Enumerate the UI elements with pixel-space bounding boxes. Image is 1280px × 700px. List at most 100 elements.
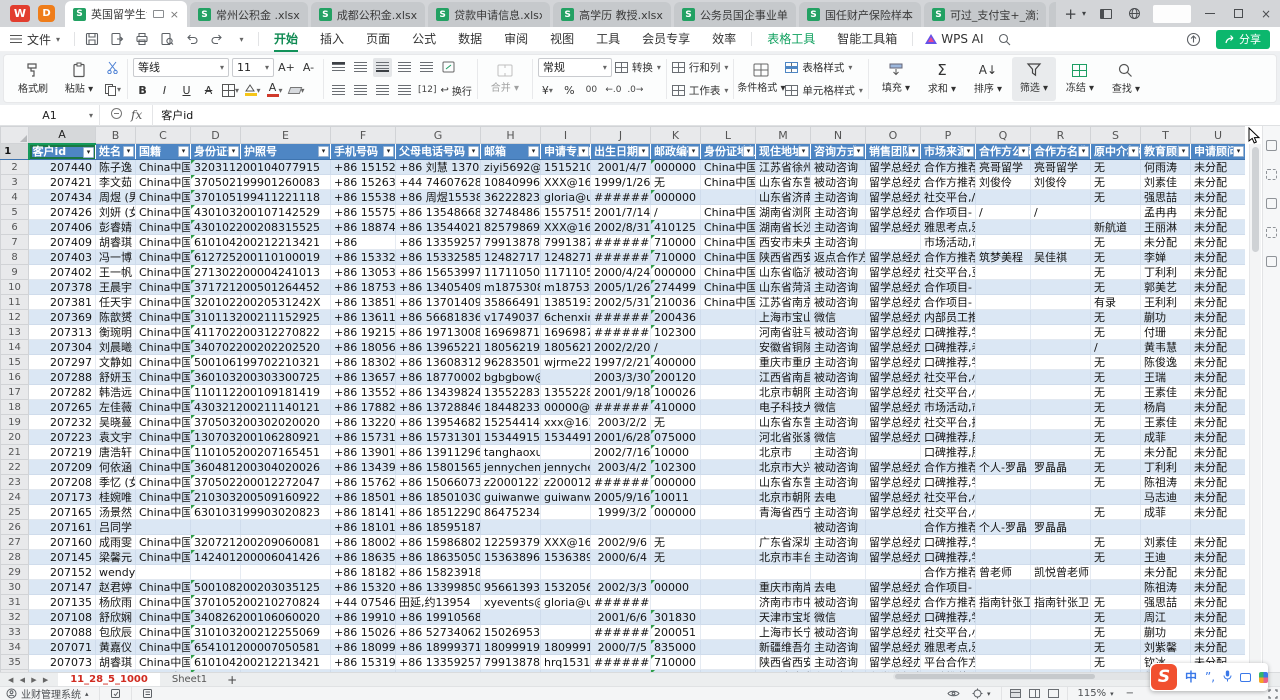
cell-K35[interactable]: 710000 <box>651 655 701 670</box>
cell-I3[interactable]: XXX@163.c <box>541 175 591 190</box>
cell-S13[interactable]: 无 <box>1091 325 1141 340</box>
column-header-O[interactable]: O <box>866 127 921 144</box>
cell-P34[interactable]: 雅思考点,雅 <box>921 640 976 655</box>
filter-dropdown-icon[interactable]: ▾ <box>688 146 699 157</box>
cell-I18[interactable]: 00000@qq <box>541 400 591 415</box>
cell-N6[interactable]: 主动咨询 <box>811 220 866 235</box>
cell-N9[interactable]: 被动咨询 <box>811 265 866 280</box>
cell-C16[interactable]: China中国 <box>136 370 191 385</box>
new-tab-button[interactable]: + <box>1056 5 1082 23</box>
cell-D22[interactable]: 360481200304020026 <box>191 460 241 475</box>
cell-K16[interactable]: 200120 <box>651 370 701 385</box>
cell-R4[interactable] <box>1031 190 1091 205</box>
cell-K27[interactable]: 无 <box>651 535 701 550</box>
cell-C28[interactable]: China中国 <box>136 550 191 565</box>
column-header-M[interactable]: M <box>756 127 811 144</box>
cell-I2[interactable]: 151521001 <box>541 160 591 175</box>
cell-U9[interactable]: 未分配 <box>1191 265 1246 280</box>
cell-Q4[interactable] <box>976 190 1031 205</box>
cell-T30[interactable]: 陈祖涛 <box>1141 580 1191 595</box>
cell-J26[interactable] <box>591 520 651 535</box>
cell-S10[interactable]: 无 <box>1091 280 1141 295</box>
cell-A3[interactable]: 207421 <box>29 175 96 190</box>
column-header-U[interactable]: U <box>1191 127 1246 144</box>
cell-U5[interactable]: 未分配 <box>1191 205 1246 220</box>
cell-M17[interactable]: 北京市朝阳 <box>756 385 811 400</box>
cell-R10[interactable] <box>1031 280 1091 295</box>
cell-B12[interactable]: 陈歆赟 (女) <box>96 310 136 325</box>
cell-A32[interactable]: 207108 <box>29 610 96 625</box>
filter-dropdown-icon[interactable]: ▾ <box>1078 146 1089 157</box>
cell-I27[interactable]: XXX@163.c <box>541 535 591 550</box>
cell-B10[interactable]: 王晨宇 (男) <box>96 280 136 295</box>
cell-C26[interactable] <box>136 520 191 535</box>
print-preview-icon[interactable] <box>154 29 179 49</box>
system-switcher[interactable]: 业财管理系统 ▴ <box>0 686 95 700</box>
cell-M15[interactable]: 重庆市重庆 <box>756 355 811 370</box>
cell-H4[interactable]: 362228235 <box>481 190 541 205</box>
cell-H18[interactable]: 184482332 <box>481 400 541 415</box>
cell-A7[interactable]: 207409 <box>29 235 96 250</box>
header-cell-O1[interactable]: 销售团队▾ <box>866 144 921 160</box>
menu-tab-工具[interactable]: 工具 <box>585 27 631 52</box>
cell-P15[interactable]: 口碑推荐,学 <box>921 355 976 370</box>
cell-S2[interactable]: 无 <box>1091 160 1141 175</box>
cell-G12[interactable]: +86 56681836 <box>396 310 481 325</box>
cell-B32[interactable]: 舒欣娴 (女) <box>96 610 136 625</box>
row-header-29[interactable]: 29 <box>1 565 29 580</box>
cell-R22[interactable]: 罗晶晶 <box>1031 460 1091 475</box>
cell-S34[interactable]: 无 <box>1091 640 1141 655</box>
cell-J14[interactable]: 2002/2/20 <box>591 340 651 355</box>
cell-N18[interactable]: 微信 <box>811 400 866 415</box>
cell-A20[interactable]: 207223 <box>29 430 96 445</box>
freeze-button[interactable]: 冻结 ▾ <box>1058 57 1102 101</box>
cell-H2[interactable]: ziyi5692@q <box>481 160 541 175</box>
worksheet-button[interactable]: 工作表▾ <box>672 80 729 100</box>
cell-C21[interactable]: China中国 <box>136 445 191 460</box>
cell-R8[interactable]: 吴佳祺 <box>1031 250 1091 265</box>
cell-D34[interactable]: 654101200007050581 <box>191 640 241 655</box>
cell-D7[interactable]: 610104200212213421 <box>191 235 241 250</box>
cell-B26[interactable]: 吕同学 <box>96 520 136 535</box>
cell-I21[interactable] <box>541 445 591 460</box>
row-header-32[interactable]: 32 <box>1 610 29 625</box>
cell-R34[interactable] <box>1031 640 1091 655</box>
cell-F4[interactable]: +86 15538019 <box>331 190 396 205</box>
cell-F30[interactable]: +86 15320563 <box>331 580 396 595</box>
undo-icon[interactable] <box>179 29 204 49</box>
menu-tab-开始[interactable]: 开始 <box>263 27 309 52</box>
cell-P28[interactable]: 口碑推荐,学 <box>921 550 976 565</box>
header-cell-S1[interactable]: 原中介机构▾ <box>1091 144 1141 160</box>
cell-A11[interactable]: 207381 <box>29 295 96 310</box>
cell-J15[interactable]: 1997/2/21 <box>591 355 651 370</box>
cell-O32[interactable]: 留学总经办 <box>866 610 921 625</box>
cell-L19[interactable] <box>701 415 756 430</box>
cell-H34[interactable]: 180999191 <box>481 640 541 655</box>
share-button[interactable]: 分享 <box>1216 30 1270 49</box>
cell-I26[interactable] <box>541 520 591 535</box>
cell-M6[interactable]: 湖南省长沙 <box>756 220 811 235</box>
cell-F35[interactable]: +86 15319918 <box>331 655 396 670</box>
cell-N17[interactable]: 主动咨询 <box>811 385 866 400</box>
cell-F23[interactable]: +86 15762048 <box>331 475 396 490</box>
column-header-T[interactable]: T <box>1141 127 1191 144</box>
cell-L34[interactable] <box>701 640 756 655</box>
cell-G5[interactable]: +86 1354866895 <box>396 205 481 220</box>
cell-N29[interactable] <box>811 565 866 580</box>
header-cell-A1[interactable]: 客户id▾ <box>29 144 96 160</box>
cell-Q8[interactable]: 筑梦美程 <box>976 250 1031 265</box>
cell-R31[interactable]: 指南针张卫 <box>1031 595 1091 610</box>
cell-U31[interactable]: 未分配 <box>1191 595 1246 610</box>
cell-P11[interactable]: 合作项目- <box>921 295 976 310</box>
cell-C31[interactable]: China中国 <box>136 595 191 610</box>
row-header-10[interactable]: 10 <box>1 280 29 295</box>
formula-input[interactable]: 客户id <box>153 107 193 123</box>
cell-M12[interactable]: 上海市宝山 <box>756 310 811 325</box>
cell-B8[interactable]: 冯一博 (男) <box>96 250 136 265</box>
cell-K11[interactable]: 210036 <box>651 295 701 310</box>
header-cell-I1[interactable]: 申请专用邮箱▾ <box>541 144 591 160</box>
cell-F28[interactable]: +86 18635050 <box>331 550 396 565</box>
cell-U4[interactable]: 未分配 <box>1191 190 1246 205</box>
clear-format-button[interactable]: ▾ <box>287 81 306 100</box>
file-tab[interactable]: S宁夏教师样本.xlsx <box>1049 2 1056 27</box>
